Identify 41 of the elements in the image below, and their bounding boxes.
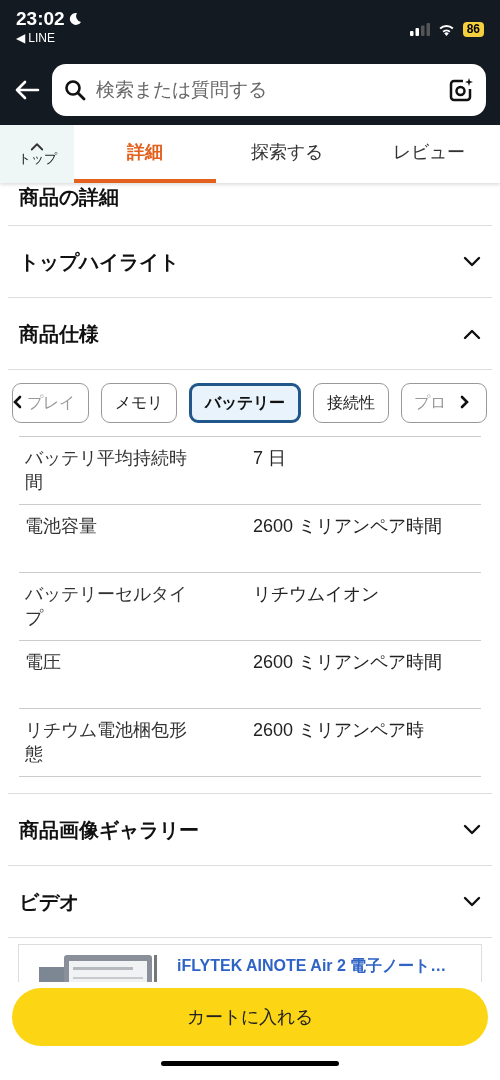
scroll-left-icon[interactable] xyxy=(12,395,22,409)
signal-icon xyxy=(409,23,430,36)
accordion-header[interactable]: トップハイライト xyxy=(8,226,492,298)
tab[interactable]: 詳細 xyxy=(74,125,216,183)
moon-icon xyxy=(67,12,82,26)
tab[interactable]: 探索する xyxy=(216,125,358,183)
camera-icon[interactable] xyxy=(448,77,474,103)
accordion-header[interactable]: 商品仕様 xyxy=(8,298,492,370)
product-title-link[interactable]: iFLYTEK AINOTE Air 2 電子ノート… xyxy=(177,953,447,984)
back-to-app-link[interactable]: ◀ LINE xyxy=(16,30,82,46)
back-arrow-icon[interactable] xyxy=(14,80,40,100)
spec-value: 2600 ミリアンペア時間 xyxy=(253,651,444,674)
battery-level: 86 xyxy=(462,22,484,37)
search-icon xyxy=(64,79,86,101)
chevron-up-icon xyxy=(30,141,44,151)
chevron-down-icon xyxy=(463,823,481,836)
search-field[interactable]: 検索または質問する xyxy=(52,64,486,116)
spec-value: 2600 ミリアンペア時間 xyxy=(253,515,444,538)
filter-chip[interactable]: メモリ xyxy=(101,383,177,423)
chevron-down-icon xyxy=(463,895,481,908)
back-to-top-button[interactable]: トップ xyxy=(0,125,74,183)
spec-value: 7 日 xyxy=(253,447,287,470)
spec-name: 電圧 xyxy=(25,651,62,674)
spec-value: 2600 ミリアンペア時 xyxy=(253,719,426,742)
section-heading: 商品の詳細 xyxy=(8,183,492,226)
wifi-icon xyxy=(437,23,455,36)
spec-name: バッテリーセルタイプ xyxy=(25,583,188,630)
status-time: 23:02 xyxy=(16,8,65,30)
spec-value: リチウムイオン xyxy=(253,583,380,606)
chevron-down-icon xyxy=(463,255,481,268)
add-to-cart-button[interactable]: カートに入れる xyxy=(12,988,488,1046)
tab[interactable]: レビュー xyxy=(358,125,500,183)
spec-name: バッテリ平均持続時間 xyxy=(25,447,188,494)
filter-chip[interactable]: バッテリー xyxy=(189,383,301,423)
search-input[interactable]: 検索または質問する xyxy=(96,75,438,105)
chevron-up-icon xyxy=(463,327,481,340)
accordion-header[interactable]: ビデオ xyxy=(8,866,492,938)
filter-chip[interactable]: 接続性 xyxy=(313,383,389,423)
spec-name: 電池容量 xyxy=(25,515,98,538)
accordion-header[interactable]: 商品画像ギャラリー xyxy=(8,794,492,866)
spec-name: リチウム電池梱包形態 xyxy=(25,719,188,766)
